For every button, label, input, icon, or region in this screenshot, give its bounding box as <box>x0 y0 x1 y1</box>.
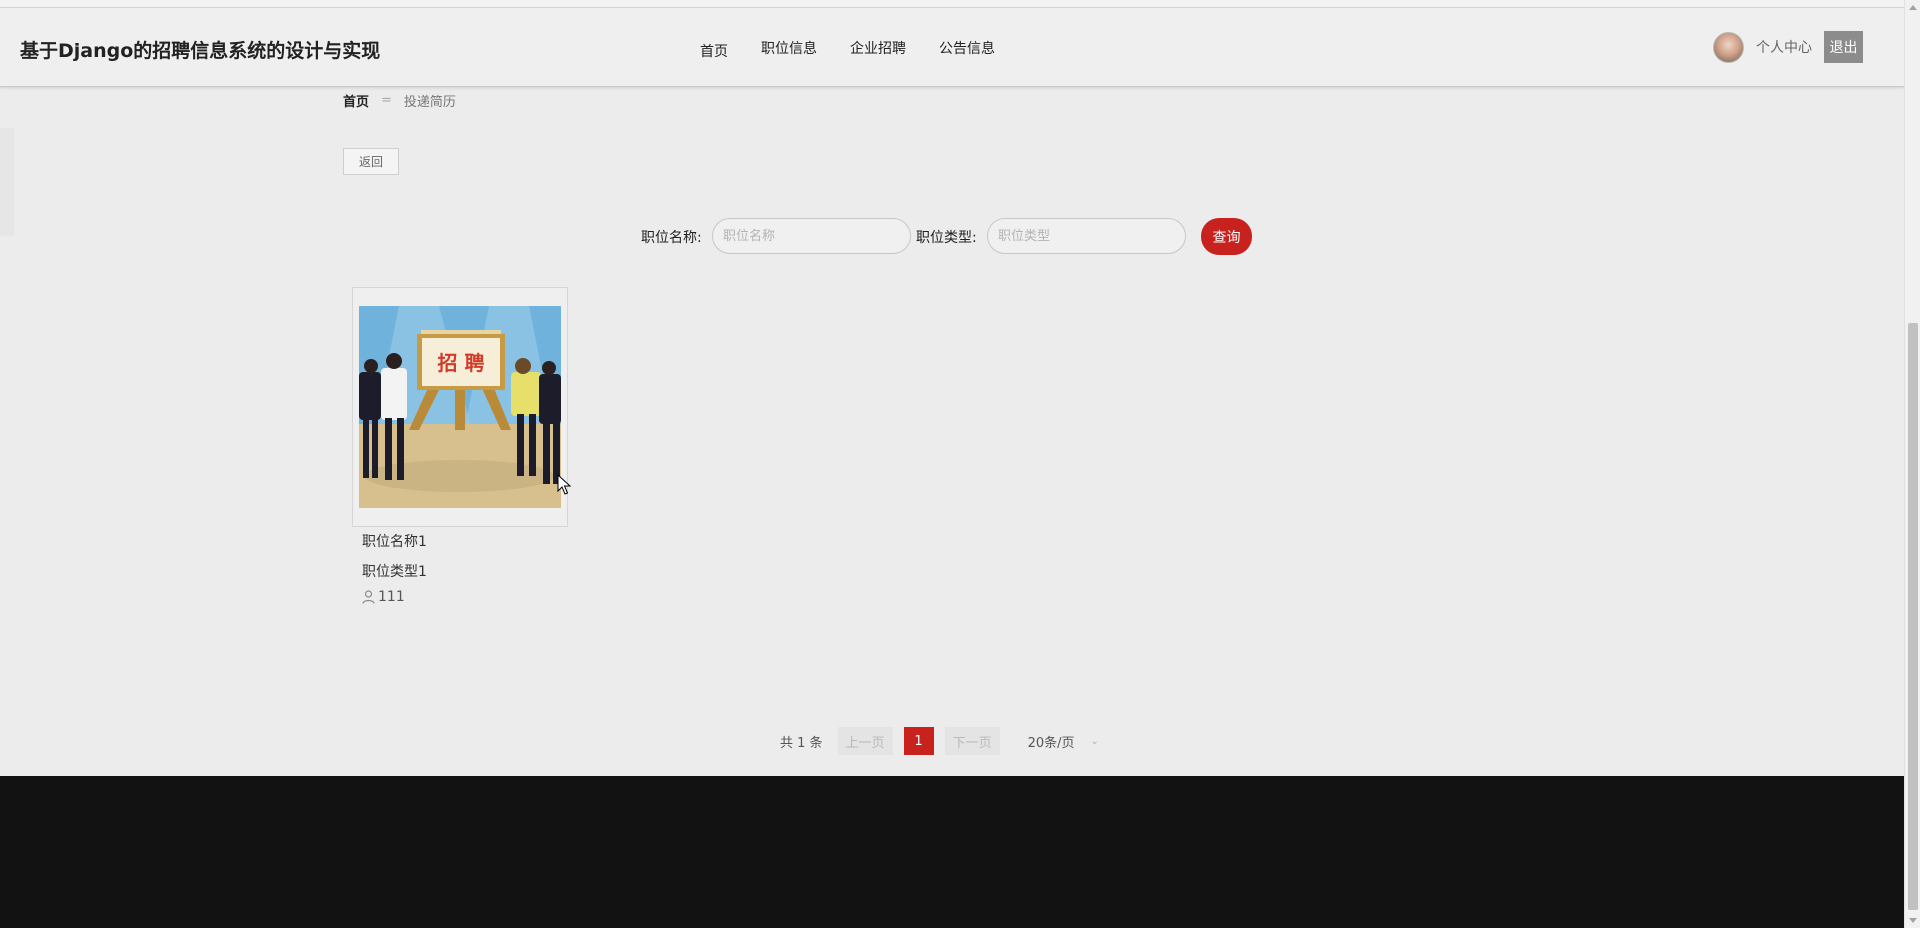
recruitment-illustration: 招 聘 <box>359 306 561 508</box>
pagination-total: 共 1 条 <box>780 735 823 751</box>
job-card[interactable]: 招 聘 <box>352 287 568 527</box>
main-nav: 首页 职位信息 企业招聘 公告信息 <box>700 38 1028 61</box>
mouse-cursor-icon <box>557 474 572 495</box>
search-button[interactable]: 查询 <box>1201 218 1252 255</box>
breadcrumb: 首页 = 投递简历 <box>343 91 456 110</box>
illustration-text: 招 聘 <box>438 351 485 375</box>
next-page-button[interactable]: 下一页 <box>944 727 1000 755</box>
scrollbar-thumb[interactable] <box>1908 323 1918 910</box>
page-scrollbar[interactable] <box>1904 0 1920 928</box>
breadcrumb-home[interactable]: 首页 <box>343 91 369 110</box>
nav-item-notices[interactable]: 公告信息 <box>939 38 995 61</box>
job-views: 111 <box>362 589 405 605</box>
site-header: 基于Django的招聘信息系统的设计与实现 首页 职位信息 企业招聘 公告信息 … <box>0 8 1904 87</box>
person-icon <box>362 590 375 604</box>
nav-item-jobs[interactable]: 职位信息 <box>761 38 817 61</box>
nav-item-home[interactable]: 首页 <box>700 41 728 61</box>
page-size-value: 20条/页 <box>1027 735 1075 751</box>
chevron-down-icon: ⌄ <box>1090 735 1099 747</box>
top-strip <box>0 0 1904 8</box>
breadcrumb-separator: = <box>381 93 392 108</box>
user-center-link[interactable]: 个人中心 <box>1756 37 1812 57</box>
left-edge-panel <box>0 128 14 236</box>
site-footer <box>0 776 1904 928</box>
page-size-select[interactable]: 20条/页 ⌄ <box>1028 732 1099 751</box>
scroll-down-icon[interactable] <box>1909 918 1917 923</box>
site-title: 基于Django的招聘信息系统的设计与实现 <box>20 40 381 62</box>
job-type: 职位类型1 <box>362 564 427 580</box>
back-button[interactable]: 返回 <box>343 148 399 175</box>
breadcrumb-current: 投递简历 <box>403 95 456 110</box>
prev-page-button[interactable]: 上一页 <box>837 727 893 755</box>
job-name-label: 职位名称: <box>641 230 702 246</box>
job-type-label: 职位类型: <box>916 230 977 246</box>
page-number-current[interactable]: 1 <box>903 727 934 755</box>
job-type-input[interactable] <box>987 218 1186 254</box>
nav-item-company-recruit[interactable]: 企业招聘 <box>850 38 906 61</box>
pagination: 共 1 条 上一页 1 下一页 20条/页 ⌄ <box>780 727 1099 755</box>
scroll-up-icon[interactable] <box>1909 5 1917 10</box>
job-image[interactable]: 招 聘 <box>359 306 561 508</box>
job-name-input[interactable] <box>712 218 911 254</box>
avatar[interactable] <box>1713 31 1744 63</box>
user-area: 个人中心 退出 <box>1713 31 1863 63</box>
job-name[interactable]: 职位名称1 <box>362 531 427 551</box>
job-views-count: 111 <box>378 589 405 605</box>
logout-button[interactable]: 退出 <box>1824 31 1863 63</box>
